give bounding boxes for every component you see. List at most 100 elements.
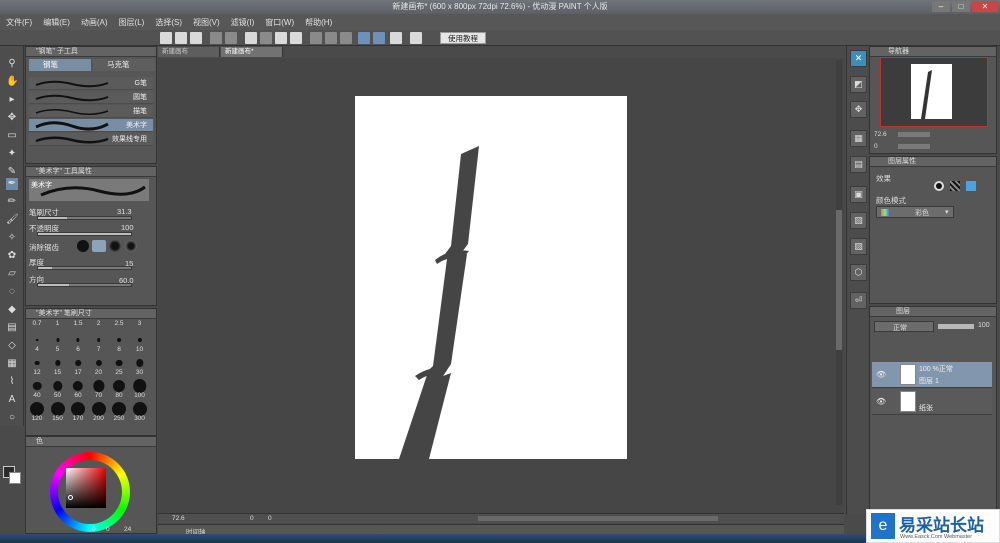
navigator-zoom-slider[interactable]: [898, 132, 930, 137]
undo-icon[interactable]: [210, 32, 222, 44]
snap-ruler-icon[interactable]: [310, 32, 322, 44]
antialias-none-icon[interactable]: [77, 240, 89, 252]
text-tool-icon[interactable]: A: [6, 394, 18, 406]
select-tool-icon[interactable]: ▭: [6, 130, 18, 142]
navigator-angle[interactable]: 0: [874, 143, 878, 150]
thickness-slider[interactable]: [37, 266, 132, 270]
color-saturation-square[interactable]: [66, 468, 106, 508]
balloon-tool-icon[interactable]: ○: [6, 412, 18, 424]
brush-size-cell[interactable]: 150: [48, 401, 68, 422]
redo-icon[interactable]: [225, 32, 237, 44]
navigator-icon[interactable]: ◩: [850, 76, 867, 93]
param-value[interactable]: 31.3: [117, 207, 132, 216]
brush-size-cell[interactable]: 20: [89, 355, 109, 376]
open-file-icon[interactable]: [175, 32, 187, 44]
eye-icon[interactable]: 👁: [876, 397, 886, 406]
eye-icon[interactable]: 👁: [876, 370, 886, 379]
transform-panel-icon[interactable]: ✥: [850, 101, 867, 118]
reference-icon[interactable]: [390, 32, 402, 44]
brush-size-cell[interactable]: 70: [89, 378, 109, 399]
brush-size-cell[interactable]: 30: [130, 355, 150, 376]
material-3d-icon[interactable]: ⬡: [850, 264, 867, 281]
menu-layer[interactable]: 图层(L): [119, 17, 145, 28]
size-header-cell[interactable]: 2.5: [109, 320, 129, 332]
menu-edit[interactable]: 编辑(E): [43, 17, 70, 28]
brush-size-cell[interactable]: 250: [109, 401, 129, 422]
opacity-slider[interactable]: [37, 232, 132, 236]
brush-size-cell[interactable]: 120: [27, 401, 47, 422]
airbrush-tool-icon[interactable]: ✧: [6, 232, 18, 244]
status-value-3[interactable]: 0: [268, 515, 272, 522]
size-header-cell[interactable]: 1.5: [68, 320, 88, 332]
maximize-button[interactable]: □: [952, 1, 970, 12]
status-value-2[interactable]: 0: [250, 515, 254, 522]
brush-size-cell[interactable]: 6: [68, 332, 88, 353]
snap-special-ruler-icon[interactable]: [325, 32, 337, 44]
effect-color-icon[interactable]: [966, 181, 976, 191]
size-header-cell[interactable]: 0.7: [27, 320, 47, 332]
clear-icon[interactable]: [260, 32, 272, 44]
deselect-icon[interactable]: [245, 32, 257, 44]
close-button[interactable]: ✕: [972, 1, 998, 12]
size-header-cell[interactable]: 2: [89, 320, 109, 332]
print-icon[interactable]: [410, 32, 422, 44]
brush-size-cell[interactable]: 50: [48, 378, 68, 399]
blend-mode-select[interactable]: 正常: [874, 321, 934, 332]
menu-window[interactable]: 窗口(W): [265, 17, 294, 28]
layer-name[interactable]: 纸张: [919, 403, 933, 413]
menu-help[interactable]: 帮助(H): [305, 17, 332, 28]
antialias-weak-icon[interactable]: [92, 240, 106, 252]
brush-size-cell[interactable]: 200: [89, 401, 109, 422]
brush-size-cell[interactable]: 8: [109, 332, 129, 353]
param-value[interactable]: 100: [121, 223, 134, 232]
material-icon[interactable]: ▣: [850, 186, 867, 203]
fill-icon[interactable]: [275, 32, 287, 44]
auto-select-tool-icon[interactable]: ✦: [6, 148, 18, 160]
save-icon[interactable]: [190, 32, 202, 44]
blend-tool-icon[interactable]: ◌: [6, 286, 18, 298]
menu-filter[interactable]: 滤镜(I): [231, 17, 255, 28]
tab-pen[interactable]: 钢笔: [29, 59, 91, 71]
color-picker-handle[interactable]: [68, 495, 73, 500]
antialias-strong-icon[interactable]: [125, 240, 137, 252]
pen-tool-icon[interactable]: ✒: [6, 178, 18, 190]
brush-size-slider[interactable]: [37, 216, 132, 220]
brush-tool-icon[interactable]: 🖌: [6, 214, 19, 226]
brush-size-cell[interactable]: 25: [109, 355, 129, 376]
color-mode-select[interactable]: 彩色 ▾: [876, 206, 954, 218]
eraser-tool-icon[interactable]: ▱: [6, 268, 18, 280]
layer-opacity-value[interactable]: 100: [978, 322, 990, 329]
menu-animation[interactable]: 动画(A): [81, 17, 108, 28]
doc-tab-inactive[interactable]: 新建画布: [158, 47, 220, 57]
brush-size-cell[interactable]: 170: [68, 401, 88, 422]
history-icon[interactable]: ⏎: [850, 292, 867, 309]
hand-tool-icon[interactable]: ✋: [6, 76, 18, 88]
brush-size-cell[interactable]: 12: [27, 355, 47, 376]
color-panel-tab[interactable]: 色: [26, 437, 156, 447]
object-tool-icon[interactable]: ▸: [6, 94, 18, 106]
material-brush-icon[interactable]: ▨: [850, 238, 867, 255]
material-image-icon[interactable]: ▧: [850, 212, 867, 229]
new-file-icon[interactable]: [160, 32, 172, 44]
doc-tab-active[interactable]: 新建画布*: [221, 47, 283, 57]
minimize-button[interactable]: –: [932, 1, 950, 12]
brush-size-cell[interactable]: 300: [130, 401, 150, 422]
tab-marker[interactable]: 马克笔: [93, 59, 155, 71]
layer-name[interactable]: 图层 1: [919, 376, 939, 386]
menu-select[interactable]: 选择(S): [155, 17, 182, 28]
pencil-tool-icon[interactable]: ✏: [6, 196, 18, 208]
decoration-tool-icon[interactable]: ✿: [6, 250, 18, 262]
menu-file[interactable]: 文件(F): [6, 17, 32, 28]
size-header-cell[interactable]: 3: [130, 320, 150, 332]
navigator-zoom[interactable]: 72.6: [874, 131, 887, 138]
status-zoom[interactable]: 72.6: [172, 515, 185, 522]
ruler-tool-icon[interactable]: ⌇: [6, 376, 18, 388]
effect-tone-icon[interactable]: [950, 181, 960, 191]
vertical-scrollbar[interactable]: [836, 60, 842, 505]
grid-toggle-icon[interactable]: [373, 32, 385, 44]
layer-opacity-slider[interactable]: [938, 324, 974, 329]
zoom-tool-icon[interactable]: ⚲: [6, 58, 18, 70]
sub-color-swatch[interactable]: [9, 472, 21, 484]
frame-tool-icon[interactable]: ▦: [6, 358, 18, 370]
size-header-cell[interactable]: 1: [48, 320, 68, 332]
